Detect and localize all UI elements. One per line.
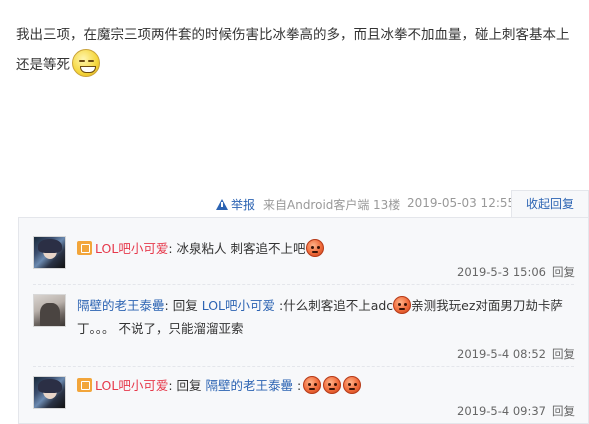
reply-button[interactable]: 回复 [552, 404, 575, 418]
floor-number: 13楼 [373, 198, 401, 212]
reply-meta: 2019-5-3 15:06 回复 [457, 264, 575, 280]
reply-list: LOL吧小可爱: 冰泉粘人 刺客追不上吧 2019-5-3 15:06 回复 隔壁… [18, 217, 589, 424]
post-content: 我出三项，在魔宗三项两件套的时候伤害比冰拳高的多，而且冰拳不加血量，碰上刺客基本… [16, 20, 581, 80]
post-meta-bar: 举报 来自Android客户端 13楼 2019-05-03 12:55 收起回… [0, 190, 589, 217]
reply-divider [33, 366, 574, 367]
reply-separator: : [168, 241, 173, 256]
avatar[interactable] [33, 236, 66, 269]
reply-content: 隔壁的老王泰罍: 回复 LOL吧小可爱 :什么刺客追不上adc 亲测我玩ez对面男… [77, 294, 577, 340]
angry-emoji-icon [303, 376, 322, 394]
reply-username[interactable]: LOL吧小可爱 [95, 241, 168, 256]
reply-time: 2019-5-4 09:37 [457, 404, 546, 418]
avatar[interactable] [33, 294, 66, 327]
reply-target-username[interactable]: 隔壁的老王泰罍 [206, 378, 294, 393]
angry-emoji-icon [305, 239, 324, 257]
reply-meta: 2019-5-4 08:52 回复 [457, 346, 575, 362]
reply-time: 2019-5-4 08:52 [457, 347, 546, 361]
member-badge-icon [77, 378, 92, 392]
angry-emoji-icon [343, 376, 362, 394]
grin-emoji-icon [72, 49, 100, 77]
reply-text: :什么刺客追不上adc [275, 298, 394, 313]
reply-button[interactable]: 回复 [552, 265, 575, 279]
avatar[interactable] [33, 376, 66, 409]
angry-emoji-icon [393, 296, 412, 314]
post-datetime: 2019-05-03 12:55 [407, 196, 516, 210]
reply-prefix: : 回复 [168, 378, 206, 393]
reply-username[interactable]: LOL吧小可爱 [95, 378, 168, 393]
angry-emoji-icon [323, 376, 342, 394]
reply-time: 2019-5-3 15:06 [457, 265, 546, 279]
reply-button[interactable]: 回复 [552, 347, 575, 361]
reply-text: 冰泉粘人 刺客追不上吧 [176, 241, 306, 256]
collapse-replies-button[interactable]: 收起回复 [511, 190, 589, 217]
reply-username[interactable]: 隔壁的老王泰罍 [77, 298, 165, 313]
reply-meta: 2019-5-4 09:37 回复 [457, 403, 575, 419]
reply-content: LOL吧小可爱: 回复 隔壁的老王泰罍 : [77, 374, 577, 397]
report-label: 举报 [231, 198, 256, 212]
reply-content: LOL吧小可爱: 冰泉粘人 刺客追不上吧 [77, 237, 577, 260]
reply-prefix: : 回复 [164, 298, 202, 313]
reply-target-username[interactable]: LOL吧小可爱 [202, 298, 275, 313]
reply-suffix: : [293, 378, 302, 393]
member-badge-icon [77, 241, 92, 255]
warning-icon [216, 199, 228, 210]
client-source: 来自Android客户端 [263, 198, 370, 212]
reply-divider [33, 284, 574, 285]
report-link[interactable]: 举报 [216, 196, 255, 213]
